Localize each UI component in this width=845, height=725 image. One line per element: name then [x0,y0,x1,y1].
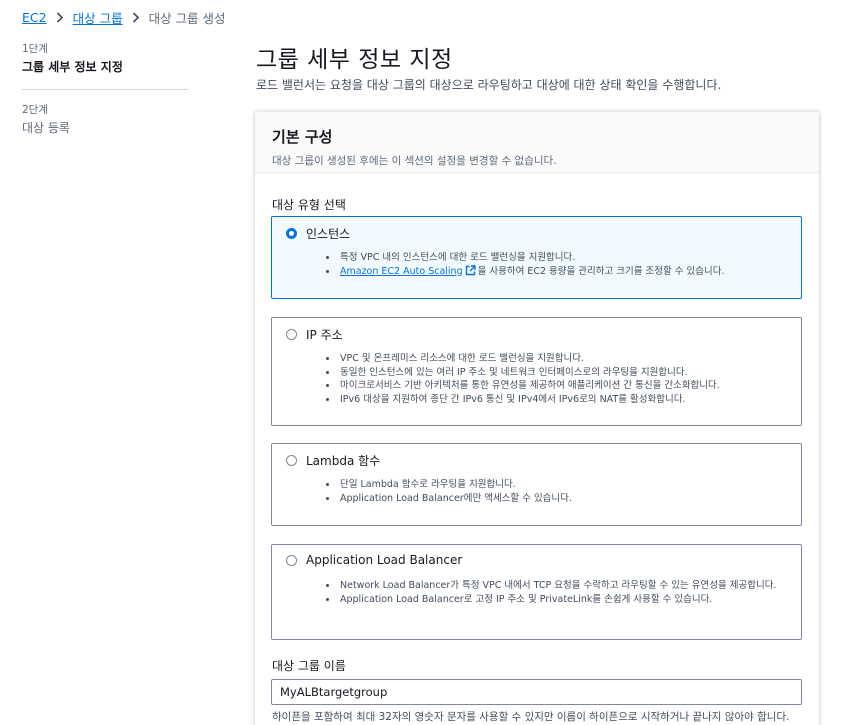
basic-config-panel: 기본 구성 대상 그룹이 생성된 후에는 이 섹션의 설정을 변경할 수 없습니… [255,111,819,725]
list-item: Application Load Balancer에만 액세스할 수 있습니다. [338,492,791,506]
chevron-right-icon [56,11,64,23]
step-1-title: 그룹 세부 정보 지정 [22,60,123,74]
panel-header: 기본 구성 대상 그룹이 생성된 후에는 이 섹션의 설정을 변경할 수 없습니… [255,112,819,173]
list-item: VPC 및 온프레미스 리소스에 대한 로드 밸런싱을 지원합니다. [338,352,791,366]
panel-title: 기본 구성 [272,128,333,146]
target-type-lambda-tile[interactable]: Lambda 함수 단일 Lambda 함수로 라우팅을 지원합니다. Appl… [271,443,802,526]
chevron-right-icon [132,11,140,23]
page-description: 로드 밸런서는 요청을 대상 그룹의 대상으로 라우팅하고 대상에 대한 상태 … [256,78,722,92]
alb-bullets: Network Load Balancer가 특정 VPC 내에서 TCP 요청… [324,579,791,606]
step-divider [22,89,188,90]
alb-radio[interactable] [286,554,297,566]
breadcrumb: EC2 대상 그룹 대상 그룹 생성 [22,8,226,26]
breadcrumb-ec2-link[interactable]: EC2 [22,10,47,25]
breadcrumb-target-groups-link[interactable]: 대상 그룹 [73,8,123,27]
instances-bullets: 특정 VPC 내의 인스턴스에 대한 로드 밸런싱을 지원합니다. Amazon… [324,251,791,280]
auto-scaling-suffix: 을 사용하여 EC2 용량을 관리하고 크기를 조정할 수 있습니다. [477,265,725,277]
list-item: 특정 VPC 내의 인스턴스에 대한 로드 밸런싱을 지원합니다. [338,251,791,265]
target-type-instances-tile[interactable]: 인스턴스 특정 VPC 내의 인스턴스에 대한 로드 밸런싱을 지원합니다. A… [271,216,802,299]
ip-bullets: VPC 및 온프레미스 리소스에 대한 로드 밸런싱을 지원합니다. 동일한 인… [324,352,791,406]
list-item: 마이크로서비스 기반 아키텍처를 통한 유연성을 제공하여 애플리케이션 간 통… [338,379,791,393]
target-type-ip-tile[interactable]: IP 주소 VPC 및 온프레미스 리소스에 대한 로드 밸런싱을 지원합니다.… [271,317,802,426]
step-2-title: 대상 등록 [22,121,70,135]
external-link-icon [465,264,476,281]
group-name-hint: 하이픈을 포함하여 최대 32자의 영숫자 문자를 사용할 수 있지만 이름이 … [272,711,790,723]
alb-title: Application Load Balancer [306,553,463,567]
panel-description: 대상 그룹이 생성된 후에는 이 섹션의 설정을 변경할 수 없습니다. [272,155,557,167]
breadcrumb-current: 대상 그룹 생성 [148,10,226,26]
ip-title: IP 주소 [306,328,343,342]
page-title: 그룹 세부 정보 지정 [256,47,453,73]
group-name-input[interactable] [271,679,802,705]
lambda-radio[interactable] [286,455,297,466]
step-2: 2단계 대상 등록 [22,103,188,137]
target-type-label: 대상 유형 선택 [272,198,346,212]
list-item: IPv6 대상을 지원하여 종단 간 IPv6 통신 및 IPv4에서 IPv6… [338,393,791,407]
instances-radio[interactable] [286,228,297,239]
step-1-number: 1단계 [22,43,49,55]
list-item: 단일 Lambda 함수로 라우팅을 지원합니다. [338,478,791,492]
auto-scaling-link[interactable]: Amazon EC2 Auto Scaling [340,266,463,277]
list-item: 동일한 인스턴스에 있는 여러 IP 주소 및 네트워크 인터페이스로의 라우팅… [338,366,791,380]
step-2-number: 2단계 [22,104,49,116]
group-name-label: 대상 그룹 이름 [272,659,346,673]
lambda-bullets: 단일 Lambda 함수로 라우팅을 지원합니다. Application Lo… [324,478,791,505]
list-item: Network Load Balancer가 특정 VPC 내에서 TCP 요청… [338,579,791,593]
target-type-alb-tile[interactable]: Application Load Balancer Network Load B… [271,544,802,640]
step-1: 1단계 그룹 세부 정보 지정 [22,42,188,76]
list-item: Application Load Balancer로 고정 IP 주소 및 Pr… [338,593,791,607]
instances-title: 인스턴스 [306,227,351,241]
wizard-steps: 1단계 그룹 세부 정보 지정 2단계 대상 등록 [22,42,188,137]
list-item: Amazon EC2 Auto Scaling 을 사용하여 EC2 용량을 관리… [338,264,791,281]
ip-radio[interactable] [286,329,297,340]
lambda-title: Lambda 함수 [306,454,381,468]
